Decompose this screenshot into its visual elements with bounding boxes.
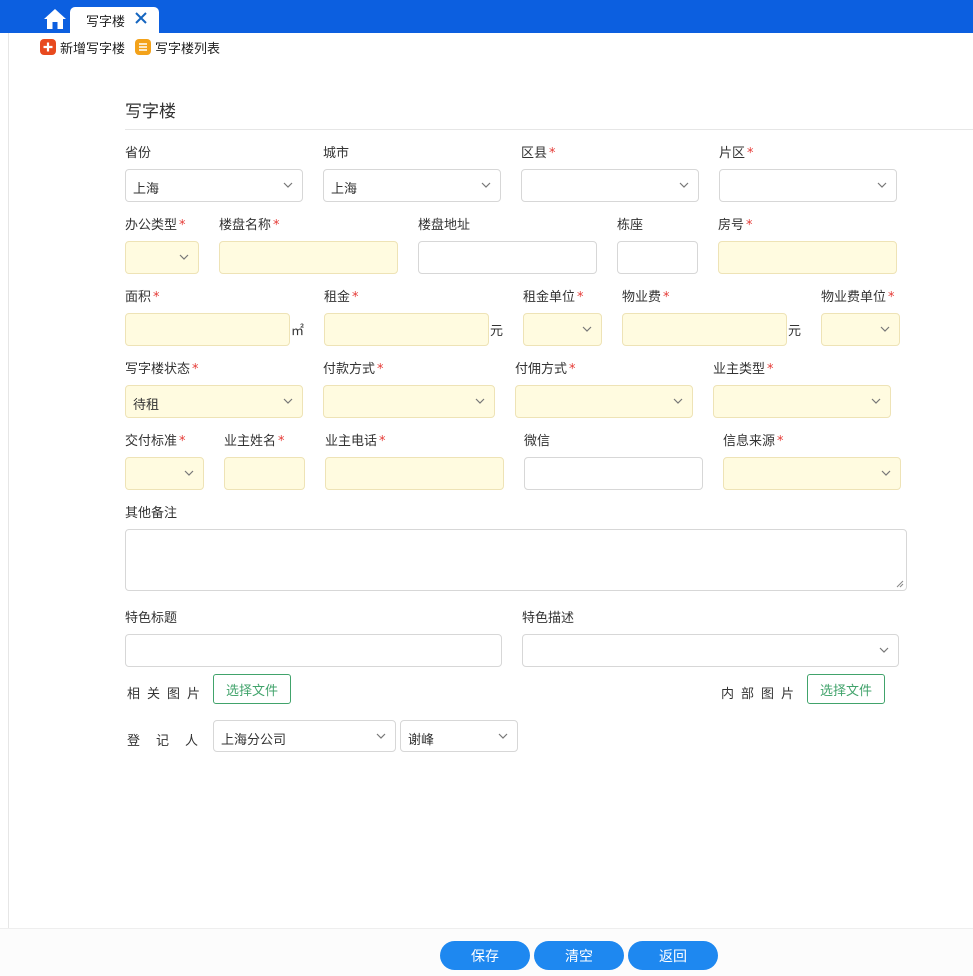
chevron-down-icon bbox=[880, 326, 890, 332]
registrant-label: 登记人 bbox=[127, 734, 215, 749]
remarks-label: 其他备注 bbox=[125, 506, 178, 521]
chevron-down-icon bbox=[376, 733, 386, 739]
owner-name-label: 业主姓名 * bbox=[224, 434, 285, 449]
chevron-down-icon bbox=[871, 398, 881, 404]
chevron-down-icon bbox=[679, 182, 689, 188]
chevron-down-icon bbox=[498, 733, 508, 739]
rent-unit-select[interactable] bbox=[523, 313, 602, 346]
chevron-down-icon bbox=[481, 182, 491, 188]
wechat-label: 微信 bbox=[524, 434, 551, 449]
add-office-button[interactable]: 新增写字楼 bbox=[40, 38, 126, 57]
owner-type-label: 业主类型 * bbox=[713, 362, 774, 377]
payment-method-label: 付款方式 * bbox=[323, 362, 384, 377]
status-select[interactable]: 待租 bbox=[125, 385, 303, 418]
chevron-down-icon bbox=[179, 254, 189, 260]
delivery-standard-select[interactable] bbox=[125, 457, 204, 490]
rent-unit-suffix: 元 bbox=[490, 324, 504, 339]
payment-method-select[interactable] bbox=[323, 385, 495, 418]
feature-title-label: 特色标题 bbox=[125, 611, 178, 626]
district-label: 区县 * bbox=[521, 146, 556, 161]
zone-select[interactable] bbox=[719, 169, 897, 202]
info-source-select[interactable] bbox=[723, 457, 901, 490]
info-source-label: 信息来源 * bbox=[723, 434, 784, 449]
property-fee-suffix: 元 bbox=[788, 324, 802, 339]
related-images-label: 相关图片 bbox=[127, 687, 208, 702]
building-address-input[interactable] bbox=[418, 241, 597, 274]
city-select[interactable]: 上海 bbox=[323, 169, 501, 202]
tab-office-building[interactable]: 写字楼 bbox=[70, 7, 159, 33]
section-title: 写字楼 bbox=[125, 102, 176, 122]
rent-unit-label: 租金单位 * bbox=[523, 290, 584, 305]
room-no-input[interactable] bbox=[718, 241, 897, 274]
rent-input[interactable] bbox=[324, 313, 489, 346]
chevron-down-icon bbox=[184, 470, 194, 476]
property-fee-unit-label: 物业费单位 * bbox=[821, 290, 895, 305]
property-fee-label: 物业费 * bbox=[622, 290, 670, 305]
commission-method-label: 付佣方式 * bbox=[515, 362, 576, 377]
chevron-down-icon bbox=[283, 182, 293, 188]
chevron-down-icon bbox=[582, 326, 592, 332]
owner-type-select[interactable] bbox=[713, 385, 891, 418]
office-list-button[interactable]: 写字楼列表 bbox=[135, 38, 221, 57]
resize-handle-icon[interactable] bbox=[896, 580, 904, 588]
feature-desc-label: 特色描述 bbox=[522, 611, 575, 626]
province-select[interactable]: 上海 bbox=[125, 169, 303, 202]
room-no-label: 房号 * bbox=[718, 218, 753, 233]
city-label: 城市 bbox=[323, 146, 350, 161]
rent-label: 租金 * bbox=[324, 290, 359, 305]
delivery-standard-label: 交付标准 * bbox=[125, 434, 186, 449]
choose-internal-file-button[interactable]: 选择文件 bbox=[807, 674, 885, 704]
add-office-label: 新增写字楼 bbox=[60, 41, 126, 57]
top-tab-bar: 写字楼 bbox=[0, 0, 973, 33]
tab-label: 写字楼 bbox=[86, 15, 126, 30]
zone-label: 片区 * bbox=[719, 146, 754, 161]
size-input[interactable] bbox=[125, 313, 290, 346]
building-address-label: 楼盘地址 bbox=[418, 218, 471, 233]
wechat-input[interactable] bbox=[524, 457, 703, 490]
remarks-textarea[interactable] bbox=[125, 529, 907, 591]
list-icon bbox=[135, 39, 151, 55]
owner-phone-input[interactable] bbox=[325, 457, 504, 490]
owner-phone-label: 业主电话 * bbox=[325, 434, 386, 449]
registrant-company-select[interactable]: 上海分公司 bbox=[213, 720, 396, 752]
block-input[interactable] bbox=[617, 241, 698, 274]
office-type-label: 办公类型 * bbox=[125, 218, 186, 233]
close-icon[interactable] bbox=[134, 11, 148, 25]
block-label: 栋座 bbox=[617, 218, 644, 233]
property-fee-input[interactable] bbox=[622, 313, 787, 346]
province-label: 省份 bbox=[125, 146, 152, 161]
chevron-down-icon bbox=[877, 182, 887, 188]
chevron-down-icon bbox=[283, 398, 293, 404]
size-label: 面积 * bbox=[125, 290, 160, 305]
chevron-down-icon bbox=[879, 647, 889, 653]
left-divider bbox=[8, 33, 9, 976]
office-list-label: 写字楼列表 bbox=[155, 41, 221, 57]
building-name-input[interactable] bbox=[219, 241, 398, 274]
add-icon bbox=[40, 39, 56, 55]
home-icon[interactable] bbox=[42, 7, 68, 31]
registrant-person-select[interactable]: 谢峰 bbox=[400, 720, 518, 752]
office-type-select[interactable] bbox=[125, 241, 199, 274]
chevron-down-icon bbox=[475, 398, 485, 404]
chevron-down-icon bbox=[673, 398, 683, 404]
back-button[interactable]: 返回 bbox=[628, 941, 718, 970]
feature-desc-select[interactable] bbox=[522, 634, 899, 667]
internal-images-label: 内部图片 bbox=[721, 687, 802, 702]
building-name-label: 楼盘名称 * bbox=[219, 218, 280, 233]
chevron-down-icon bbox=[881, 470, 891, 476]
feature-title-input[interactable] bbox=[125, 634, 502, 667]
save-button[interactable]: 保存 bbox=[440, 941, 530, 970]
owner-name-input[interactable] bbox=[224, 457, 305, 490]
section-divider bbox=[125, 129, 973, 130]
choose-related-file-button[interactable]: 选择文件 bbox=[213, 674, 291, 704]
size-unit: ㎡ bbox=[291, 324, 305, 339]
property-fee-unit-select[interactable] bbox=[821, 313, 900, 346]
district-select[interactable] bbox=[521, 169, 699, 202]
status-label: 写字楼状态 * bbox=[125, 362, 199, 377]
commission-method-select[interactable] bbox=[515, 385, 693, 418]
clear-button[interactable]: 清空 bbox=[534, 941, 624, 970]
